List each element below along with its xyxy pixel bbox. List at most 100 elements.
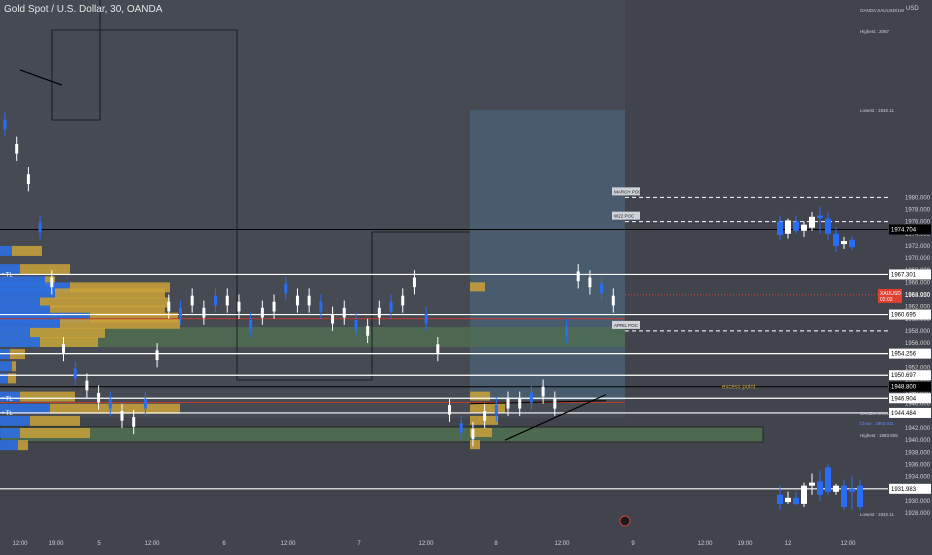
inset-weekly-highest: Highest : 2067 bbox=[860, 29, 890, 34]
main-candle-body bbox=[448, 404, 452, 415]
main-candle-body bbox=[436, 344, 440, 354]
trendline-label: • TL bbox=[2, 411, 13, 417]
volume-profile-bar bbox=[470, 403, 505, 413]
weekly-candle-body bbox=[785, 220, 791, 234]
main-candle-body bbox=[377, 307, 381, 318]
main-candle-body bbox=[389, 301, 393, 312]
time-tick-label: 12:00 bbox=[418, 541, 434, 547]
range-box bbox=[470, 110, 625, 400]
price-tick-label: 1940.000 bbox=[905, 438, 931, 444]
price-level-label: 1948.800 bbox=[891, 385, 917, 391]
price-tick-label: 1936.000 bbox=[905, 462, 931, 468]
chart-root: Gold Spot / U.S. Dollar, 30, OANDA 1928.… bbox=[0, 0, 932, 550]
main-candle-body bbox=[97, 392, 101, 403]
main-candle-body bbox=[412, 277, 416, 288]
price-chart[interactable]: 1928.0001930.0001932.0001934.0001936.000… bbox=[0, 0, 932, 550]
volume-profile-bar bbox=[60, 318, 180, 329]
main-candle-body bbox=[319, 301, 323, 312]
weekly-candle-body bbox=[777, 221, 783, 235]
daily-candle-body bbox=[793, 497, 799, 504]
lower-zone-band bbox=[0, 426, 764, 443]
daily-candle-body bbox=[833, 485, 839, 492]
current-price-countdown: 02:03 bbox=[880, 297, 893, 303]
volume-profile-bar bbox=[12, 361, 16, 372]
main-candle-body bbox=[354, 319, 358, 330]
time-tick-label: 19:00 bbox=[48, 541, 64, 547]
daily-candle-body bbox=[817, 481, 823, 495]
main-candle-body bbox=[214, 295, 218, 306]
weekly-candle-body bbox=[793, 221, 799, 231]
main-candle-body bbox=[143, 398, 147, 409]
price-tick-label: 1970.000 bbox=[905, 256, 931, 262]
main-candle-body bbox=[15, 143, 19, 154]
price-level-label: 1974.704 bbox=[891, 228, 917, 234]
volume-profile-bar bbox=[30, 415, 80, 426]
price-tick-label: 1956.000 bbox=[905, 341, 931, 347]
price-tick-label: 1934.000 bbox=[905, 475, 931, 481]
main-candle-body bbox=[331, 313, 335, 324]
price-level-label: 1946.904 bbox=[891, 396, 917, 402]
main-candle-body bbox=[401, 295, 405, 306]
price-tick-label: 1930.000 bbox=[905, 499, 931, 505]
main-candle-body bbox=[3, 119, 7, 130]
poc-label: APRIL POC bbox=[614, 323, 639, 328]
volume-profile-bar bbox=[18, 440, 28, 451]
tradingview-logo-icon bbox=[619, 515, 631, 527]
main-candle-body bbox=[26, 174, 30, 185]
daily-candle-body bbox=[857, 485, 863, 507]
weekly-candle-body bbox=[849, 239, 855, 248]
main-candle-body bbox=[61, 344, 65, 354]
main-candle-body bbox=[553, 398, 557, 409]
weekly-candle-body bbox=[825, 218, 831, 234]
main-candle-body bbox=[611, 295, 615, 306]
price-tick-label: 1938.000 bbox=[905, 450, 931, 456]
current-price-value: 1963.930 bbox=[905, 293, 931, 299]
excess-point-annotation: excess point bbox=[722, 385, 756, 391]
inset-weekly-symbol: OANDA:XAUUSD/1W bbox=[860, 8, 905, 13]
daily-candle-body bbox=[785, 497, 791, 503]
main-candle-body bbox=[588, 277, 592, 288]
weekly-candle-body bbox=[841, 241, 847, 245]
volume-profile-bar bbox=[0, 318, 60, 329]
time-tick-label: 12:00 bbox=[280, 541, 296, 547]
main-candle-body bbox=[600, 283, 604, 294]
main-candle-body bbox=[506, 398, 510, 409]
price-tick-label: 1972.000 bbox=[905, 244, 931, 250]
main-candle-body bbox=[307, 295, 311, 306]
main-candle-body bbox=[167, 301, 171, 312]
weekly-candle-body bbox=[833, 233, 839, 246]
volume-profile-bar bbox=[12, 245, 42, 256]
volume-profile-bar bbox=[0, 440, 18, 451]
volume-profile-bar bbox=[40, 336, 98, 347]
volume-profile-bar bbox=[20, 391, 75, 402]
volume-profile-bar bbox=[0, 245, 12, 256]
price-tick-label: 1942.000 bbox=[905, 426, 931, 432]
daily-candle-body bbox=[849, 488, 855, 492]
main-candle-body bbox=[225, 295, 229, 306]
inset-daily-highest: Highest : 1983.505 bbox=[860, 433, 898, 438]
inset-daily-lowest: Lowest : 1932.11 bbox=[860, 512, 894, 517]
main-candle-body bbox=[120, 411, 124, 421]
main-candle-body bbox=[471, 429, 475, 439]
time-tick-label: 12 bbox=[785, 541, 792, 547]
time-tick-label: 19:00 bbox=[737, 541, 753, 547]
time-tick-label: 12:00 bbox=[840, 541, 856, 547]
volume-profile-bar bbox=[0, 327, 30, 338]
volume-profile-bar bbox=[20, 428, 90, 439]
main-candle-body bbox=[50, 277, 54, 288]
price-tick-label: 1980.000 bbox=[905, 195, 931, 201]
main-candle-body bbox=[260, 307, 264, 318]
main-candle-body bbox=[38, 222, 42, 233]
weekly-candle-body bbox=[809, 216, 815, 228]
weekly-candle-body bbox=[817, 215, 823, 218]
main-candle-body bbox=[284, 283, 288, 294]
price-level-label: 1967.301 bbox=[891, 272, 917, 278]
volume-profile-bar bbox=[0, 415, 30, 426]
main-candle-body bbox=[494, 404, 498, 415]
volume-profile-bar bbox=[0, 288, 55, 299]
main-candle-body bbox=[342, 307, 346, 318]
inset-weekly-lowest: Lowest : 1932.11 bbox=[860, 108, 894, 113]
main-candle-body bbox=[272, 301, 276, 312]
main-candle-body bbox=[366, 326, 370, 336]
main-candle-body bbox=[518, 398, 522, 409]
